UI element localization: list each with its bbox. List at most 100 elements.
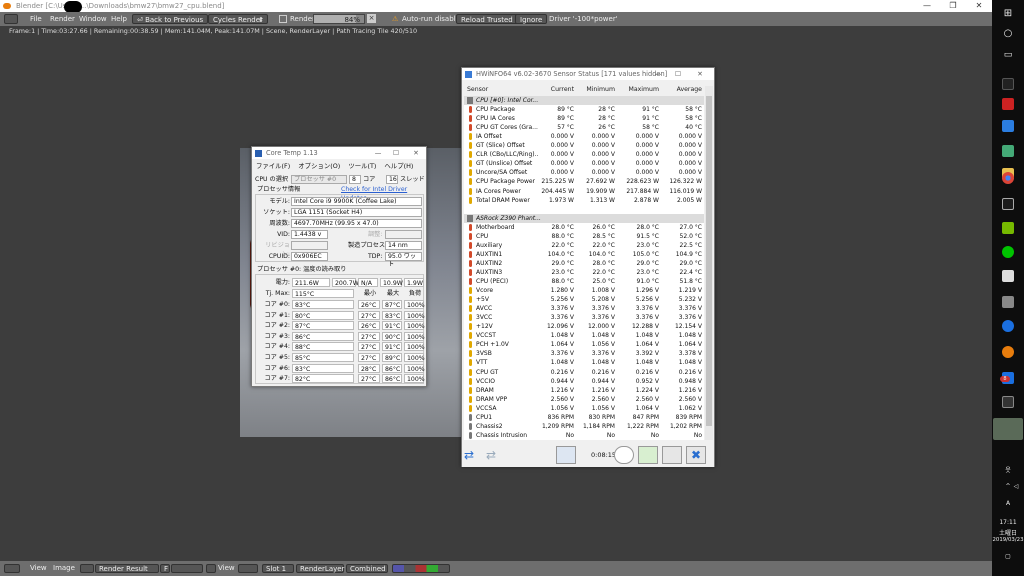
- nvidia-icon[interactable]: [1002, 222, 1014, 234]
- close-sensors-icon[interactable]: ✖: [686, 446, 706, 464]
- menu-window[interactable]: Window: [79, 12, 107, 26]
- sensor-row[interactable]: CPU 88.0 °C 28.5 °C 91.5 °C 52.0 °C: [464, 232, 704, 241]
- media-app-icon[interactable]: [1002, 78, 1014, 90]
- menu-file[interactable]: File: [30, 12, 42, 26]
- sensor-row[interactable]: Uncore/SA Offset 0.000 V 0.000 V 0.000 V 0.0…: [464, 168, 704, 177]
- search-icon[interactable]: ○: [992, 28, 1024, 39]
- sensor-row[interactable]: AVCC 3.376 V 3.376 V 3.376 V 3.376 V: [464, 304, 704, 313]
- sensor-row[interactable]: Chassis2 1,209 RPM 1,184 RPM 1,222 RPM 1,202…: [464, 422, 704, 431]
- menu-view[interactable]: View: [30, 561, 47, 576]
- maximize-icon[interactable]: ❐: [940, 0, 966, 12]
- hwinfo-maximize-icon[interactable]: ☐: [669, 68, 687, 80]
- active-app-icon[interactable]: [993, 418, 1023, 440]
- app-icon-8[interactable]: [1002, 270, 1014, 282]
- hwinfo-minimize-icon[interactable]: —: [649, 68, 667, 80]
- blender-taskbar-icon[interactable]: [1002, 346, 1014, 358]
- store-icon[interactable]: [1002, 145, 1014, 157]
- log-icon[interactable]: [638, 446, 658, 464]
- sensor-row[interactable]: 3VCC 3.376 V 3.376 V 3.376 V 3.376 V: [464, 313, 704, 322]
- reload-trusted-button[interactable]: Reload Trusted: [456, 14, 518, 24]
- menu-render[interactable]: Render: [50, 12, 75, 26]
- sensor-row[interactable]: CPU (PECI) 88.0 °C 25.0 °C 91.0 °C 51.8 °C: [464, 277, 704, 286]
- render-pass-select[interactable]: Combined: [346, 564, 388, 573]
- navigate-left-right-icon[interactable]: ⇄: [464, 446, 482, 464]
- render-engine-select[interactable]: Cycles Render ⇕: [208, 14, 268, 24]
- red-app-icon[interactable]: [1002, 98, 1014, 110]
- edge-icon[interactable]: [1002, 120, 1014, 132]
- hwinfo-close-icon[interactable]: ✕: [691, 68, 709, 80]
- channel-buttons[interactable]: [392, 564, 450, 573]
- sensor-row[interactable]: Chassis Intrusion No No No No: [464, 431, 704, 440]
- network-sensors-icon[interactable]: [556, 446, 576, 464]
- clock-time[interactable]: 17:11: [992, 519, 1024, 526]
- sensor-row[interactable]: PCH +1.0V 1.064 V 1.056 V 1.064 V 1.064 V: [464, 340, 704, 349]
- menu-help[interactable]: Help: [111, 12, 127, 26]
- back-to-previous-button[interactable]: ⏎ Back to Previous: [132, 14, 209, 24]
- task-view-icon[interactable]: ▭: [992, 50, 1024, 60]
- image-browse-icon[interactable]: [80, 564, 94, 573]
- ignore-button[interactable]: Ignore: [515, 14, 548, 24]
- sensor-row[interactable]: +12V 12.096 V 12.000 V 12.288 V 12.154 V: [464, 322, 704, 331]
- app-icon-9[interactable]: [1002, 296, 1014, 308]
- menu-image[interactable]: Image: [53, 561, 75, 576]
- ct-menu-help[interactable]: ヘルプ(H): [384, 162, 413, 170]
- blue-app-icon[interactable]: [1002, 320, 1014, 332]
- render-result-field[interactable]: Render Result: [95, 564, 159, 573]
- sensor-row[interactable]: CPU1 836 RPM 830 RPM 847 RPM 839 RPM: [464, 413, 704, 422]
- sensor-row[interactable]: VCCSA 1.056 V 1.056 V 1.064 V 1.062 V: [464, 404, 704, 413]
- sensor-row[interactable]: CPU Package 89 °C 28 °C 91 °C 58 °C: [464, 105, 704, 114]
- editor-type-icon[interactable]: [4, 14, 18, 24]
- view-mode-icon[interactable]: [206, 564, 216, 573]
- pin-icon[interactable]: [238, 564, 258, 573]
- image-tools-icons[interactable]: [171, 564, 203, 573]
- sensor-row[interactable]: Auxiliary 22.0 °C 22.0 °C 23.0 °C 22.5 °C: [464, 241, 704, 250]
- render-layer-select[interactable]: RenderLayer: [296, 564, 344, 573]
- sensor-row[interactable]: VCCST 1.048 V 1.048 V 1.048 V 1.048 V: [464, 331, 704, 340]
- fake-user-button[interactable]: F: [160, 564, 170, 573]
- coretemp-minimize-icon[interactable]: —: [369, 147, 387, 159]
- scrollbar-thumb[interactable]: [706, 96, 712, 426]
- sensor-row[interactable]: GT (Unslice) Offset 0.000 V 0.000 V 0.000 V…: [464, 159, 704, 168]
- sensor-row[interactable]: CLR (CBo/LLC/Ring)... 0.000 V 0.000 V 0.000…: [464, 150, 704, 159]
- sensor-row[interactable]: 3VSB 3.376 V 3.376 V 3.392 V 3.378 V: [464, 349, 704, 358]
- sensor-row[interactable]: Vcore 1.280 V 1.008 V 1.296 V 1.219 V: [464, 286, 704, 295]
- header-average[interactable]: Average: [661, 86, 702, 93]
- ct-menu-file[interactable]: ファイル(F): [256, 162, 290, 170]
- sensor-scrollbar[interactable]: [705, 86, 713, 440]
- notification-icon[interactable]: ▢: [992, 553, 1024, 560]
- ct-menu-options[interactable]: オプション(O): [298, 162, 340, 170]
- cancel-render-icon[interactable]: ×: [367, 14, 376, 23]
- minimize-icon[interactable]: —: [914, 0, 940, 12]
- sensor-row[interactable]: CPU GT Cores (Gra... 57 °C 26 °C 58 °C 40 °C: [464, 123, 704, 132]
- editor-type-icon-bottom[interactable]: [4, 564, 20, 573]
- clock-icon[interactable]: [614, 446, 634, 464]
- sensor-row[interactable]: AUXTIN1 104.0 °C 104.0 °C 105.0 °C 104.9 °C: [464, 250, 704, 259]
- header-sensor[interactable]: Sensor: [467, 86, 488, 93]
- sensor-row[interactable]: Motherboard 28.0 °C 26.0 °C 28.0 °C 27.0 °C: [464, 223, 704, 232]
- app-icon-12[interactable]: [1002, 396, 1014, 408]
- chrome-icon[interactable]: [1002, 172, 1014, 184]
- volume-icon[interactable]: ◁: [1000, 483, 1024, 490]
- sensor-list[interactable]: CPU [#0]: Intel Cor... CPU Package 89 °C 28…: [464, 96, 704, 440]
- windows-start-icon[interactable]: ⊞: [992, 8, 1024, 19]
- line-icon[interactable]: [1002, 246, 1014, 258]
- sensor-row[interactable]: VCCIO 0.944 V 0.944 V 0.952 V 0.948 V: [464, 377, 704, 386]
- sensor-row[interactable]: DRAM 1.216 V 1.216 V 1.224 V 1.216 V: [464, 386, 704, 395]
- sensor-row[interactable]: VTT 1.048 V 1.048 V 1.048 V 1.048 V: [464, 358, 704, 367]
- header-current[interactable]: Current: [536, 86, 574, 93]
- coretemp-maximize-icon[interactable]: ☐: [387, 147, 405, 159]
- sensor-row[interactable]: IA Offset 0.000 V 0.000 V 0.000 V 0.000 V: [464, 132, 704, 141]
- sensor-row[interactable]: CPU GT 0.216 V 0.216 V 0.216 V 0.216 V: [464, 368, 704, 377]
- sensor-row[interactable]: CPU Package Power 215.225 W 27.692 W 228.62…: [464, 177, 704, 186]
- sensor-row[interactable]: Total DRAM Power 1.973 W 1.313 W 2.878 W 2.0…: [464, 196, 704, 205]
- menu-view-bottom[interactable]: View: [218, 561, 235, 576]
- header-maximum[interactable]: Maximum: [619, 86, 660, 93]
- reset-icon[interactable]: [662, 446, 682, 464]
- sensor-row[interactable]: +5V 5.256 V 5.208 V 5.256 V 5.232 V: [464, 295, 704, 304]
- people-icon[interactable]: 웃: [992, 465, 1024, 474]
- ime-indicator[interactable]: A: [992, 500, 1024, 507]
- slot-select[interactable]: Slot 1: [262, 564, 294, 573]
- sensor-row[interactable]: GT (Slice) Offset 0.000 V 0.000 V 0.000 V 0.…: [464, 141, 704, 150]
- sensor-row[interactable]: AUXTIN2 29.0 °C 28.0 °C 29.0 °C 29.0 °C: [464, 259, 704, 268]
- close-icon[interactable]: ✕: [966, 0, 992, 12]
